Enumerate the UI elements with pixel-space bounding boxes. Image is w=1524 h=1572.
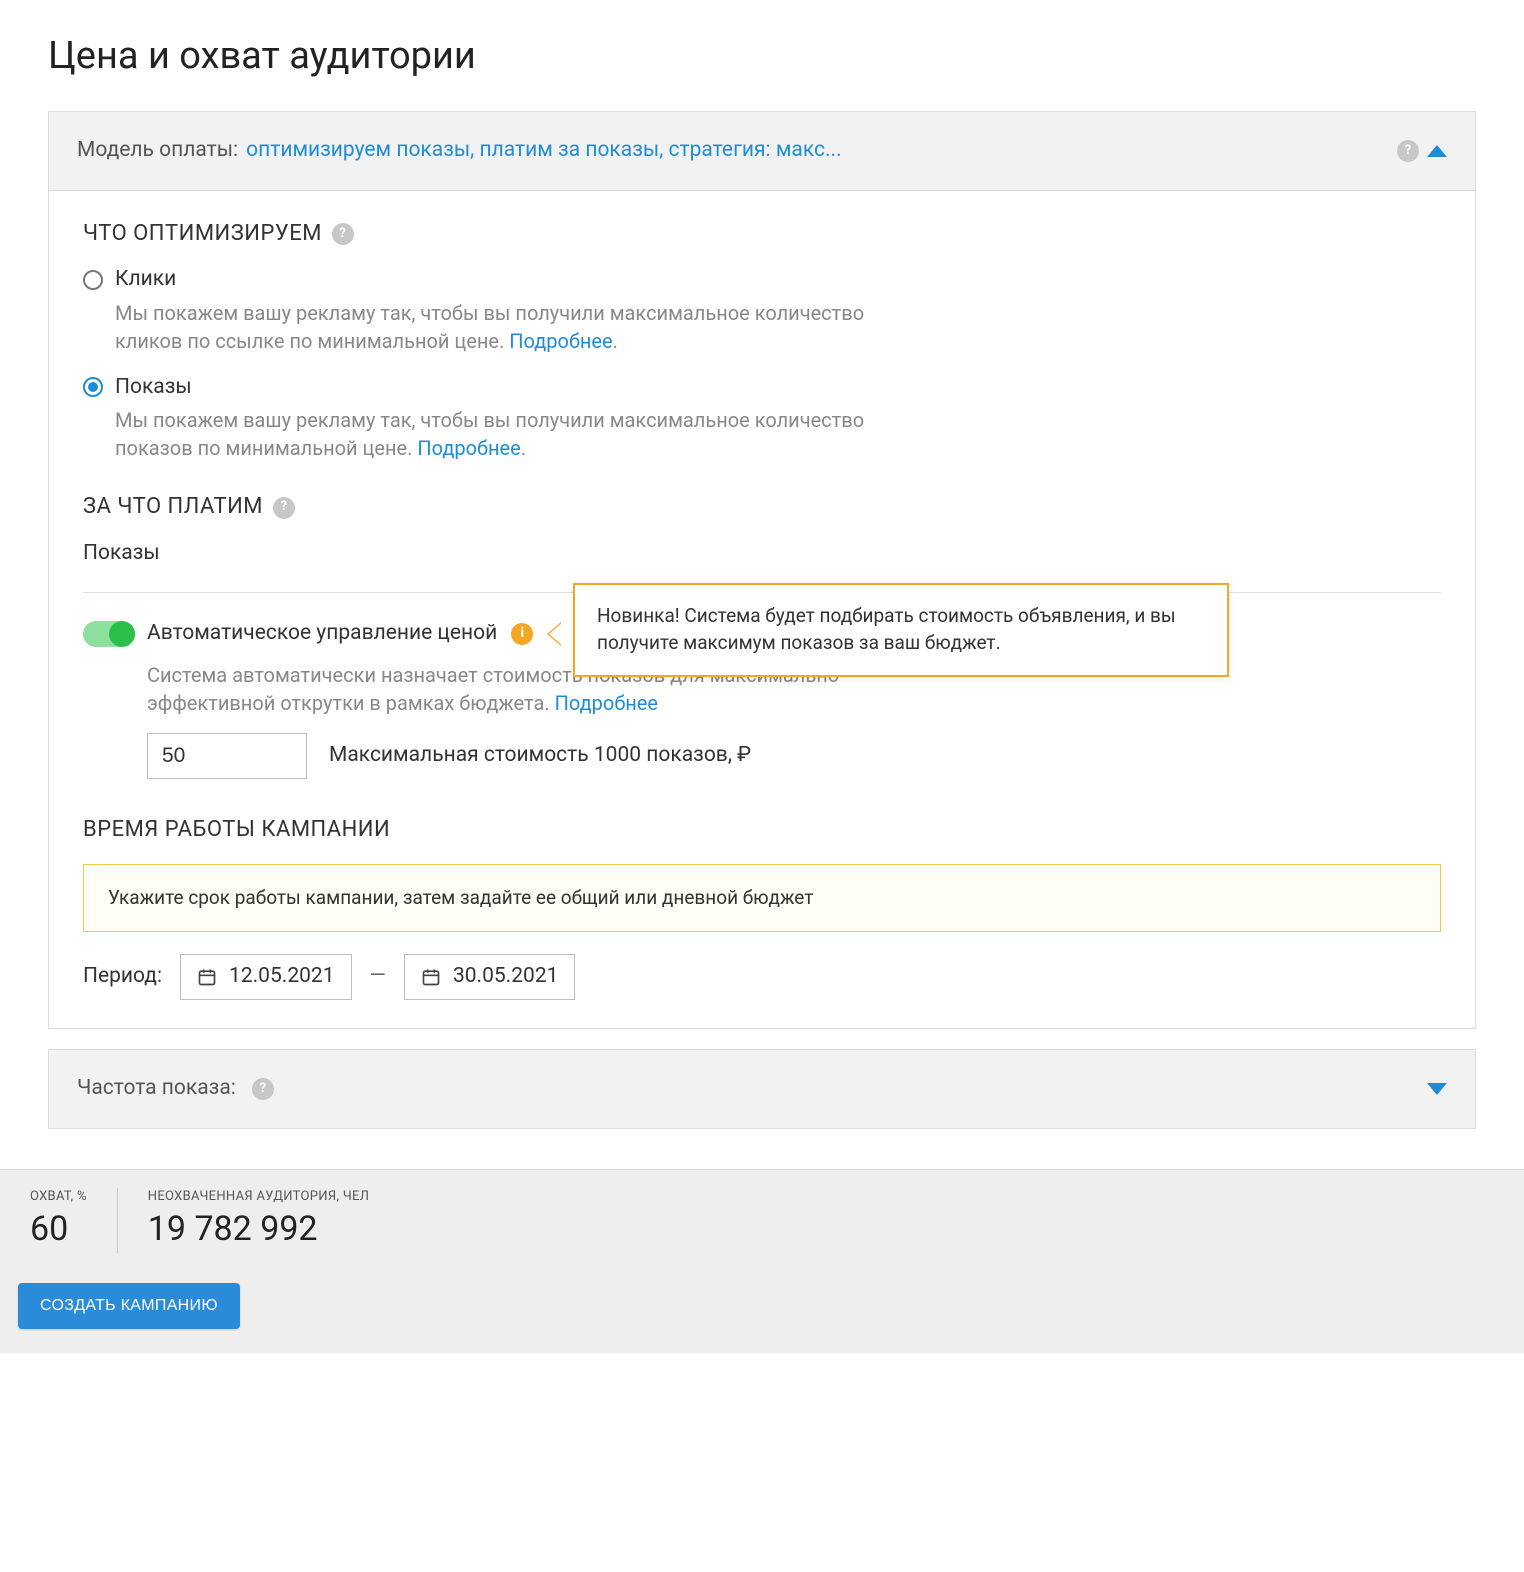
more-link[interactable]: Подробнее [509,329,612,353]
pay-for-title: ЗА ЧТО ПЛАТИМ ? [83,492,1441,523]
page-title: Цена и охват аудитории [48,30,1476,83]
payment-model-panel: Модель оплаты: оптимизируем показы, плат… [48,111,1476,1029]
reach-label: ОХВАТ, % [30,1188,87,1206]
campaign-time-warning: Укажите срок работы кампании, затем зада… [83,864,1441,933]
optimize-desc-clicks: Мы покажем вашу рекламу так, чтобы вы по… [115,299,895,355]
help-icon[interactable]: ? [1397,140,1419,162]
optimize-label-impressions[interactable]: Показы [115,373,192,402]
help-icon[interactable]: ? [252,1078,274,1100]
date-dash: — [370,962,386,991]
pay-for-value: Показы [83,539,1441,568]
optimize-label-clicks[interactable]: Клики [115,265,176,294]
chevron-down-icon[interactable] [1427,1083,1447,1095]
auto-price-toggle[interactable] [83,621,133,647]
frequency-header[interactable]: Частота показа: не ограничена ? [49,1050,1475,1127]
date-to-input[interactable]: 30.05.2021 [404,954,576,1000]
uncovered-value: 19 782 992 [148,1206,369,1254]
optimize-desc-impressions: Мы покажем вашу рекламу так, чтобы вы по… [115,406,895,462]
date-from-input[interactable]: 12.05.2021 [180,954,352,1000]
help-icon[interactable]: ? [273,497,295,519]
calendar-icon [421,967,441,987]
campaign-time-title: ВРЕМЯ РАБОТЫ КАМПАНИИ [83,815,1441,846]
max-price-input[interactable] [147,733,307,779]
calendar-icon [197,967,217,987]
more-link[interactable]: Подробнее [417,436,520,460]
payment-model-header[interactable]: Модель оплаты: оптимизируем показы, плат… [49,112,1475,190]
auto-price-tooltip: Новинка! Система будет подбирать стоимос… [573,583,1229,676]
reach-value: 60 [30,1206,87,1254]
max-price-label: Максимальная стоимость 1000 показов, ₽ [329,741,751,770]
create-campaign-button[interactable]: СОЗДАТЬ КАМПАНИЮ [18,1283,240,1329]
more-link[interactable]: Подробнее [555,691,658,715]
date-from-value: 12.05.2021 [229,962,335,991]
footer-stats: ОХВАТ, % 60 НЕОХВАЧЕННАЯ АУДИТОРИЯ, ЧЕЛ … [0,1169,1524,1272]
optimize-radio-clicks[interactable] [83,270,103,290]
date-to-value: 30.05.2021 [453,962,559,991]
uncovered-label: НЕОХВАЧЕННАЯ АУДИТОРИЯ, ЧЕЛ [148,1188,369,1206]
help-icon[interactable]: ? [332,223,354,245]
frequency-panel: Частота показа: не ограничена ? [48,1049,1476,1128]
tooltip-pointer [549,622,563,646]
chevron-up-icon[interactable] [1427,145,1447,157]
payment-model-value: оптимизируем показы, платим за показы, с… [246,136,1389,165]
optimize-radio-impressions[interactable] [83,377,103,397]
auto-price-toggle-label: Автоматическое управление ценой [147,619,497,648]
create-bar: СОЗДАТЬ КАМПАНИЮ [0,1271,1524,1353]
frequency-label: Частота показа: [77,1074,236,1103]
period-label: Период: [83,962,162,991]
info-icon[interactable]: i [511,623,533,645]
optimize-title: ЧТО ОПТИМИЗИРУЕМ ? [83,219,1441,250]
payment-model-label: Модель оплаты: [77,136,238,165]
